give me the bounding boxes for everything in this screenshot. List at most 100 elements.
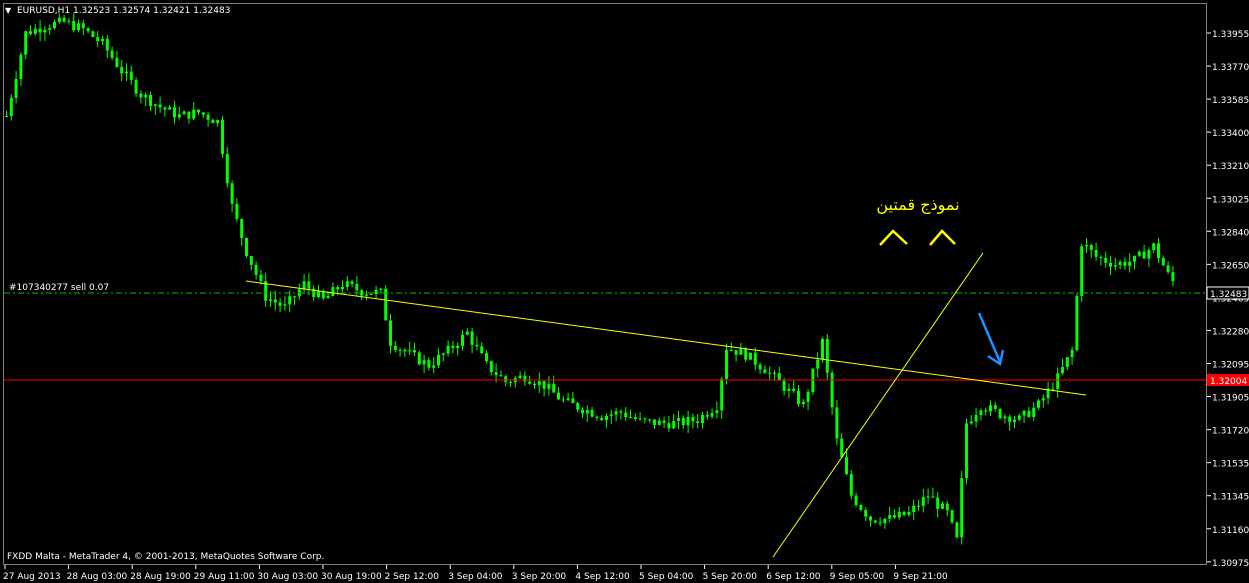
candle-body: [758, 364, 762, 370]
candle-body: [528, 381, 532, 384]
time-tick-label: 3 Sep 04:00: [448, 572, 503, 582]
candle-body: [129, 71, 133, 80]
candle-body: [763, 369, 767, 374]
candle-body: [1089, 245, 1093, 251]
candle-body: [715, 410, 719, 414]
chart-background: [0, 0, 1249, 583]
candle-body: [768, 372, 772, 374]
candle-body: [1027, 410, 1031, 417]
candle-body: [869, 516, 872, 521]
candle-body: [998, 408, 1002, 419]
candle-body: [182, 111, 186, 115]
candle-body: [379, 288, 383, 290]
candle-body: [1075, 295, 1079, 350]
candle-body: [211, 119, 215, 124]
candle-body: [931, 496, 935, 498]
candle-body: [115, 57, 119, 67]
candle-body: [441, 353, 445, 355]
candle-body: [173, 107, 176, 118]
candle-body: [1094, 250, 1098, 257]
candle-body: [547, 383, 551, 389]
price-tick-label: 1.33770: [1212, 63, 1249, 73]
candle-body: [1142, 251, 1146, 259]
candle-body: [797, 390, 800, 405]
candle-body: [62, 17, 66, 22]
candle-body: [33, 28, 37, 34]
candle-body: [782, 380, 786, 391]
candle-body: [701, 414, 704, 424]
candle-body: [331, 287, 335, 296]
candle-body: [677, 418, 680, 421]
candle-body: [201, 112, 205, 115]
candle-body: [629, 417, 632, 419]
price-tick-label: 1.31160: [1212, 526, 1249, 536]
candle-body: [600, 417, 604, 421]
candle-body: [1128, 261, 1132, 266]
candle-body: [576, 403, 580, 410]
candle-body: [830, 372, 834, 408]
candle-body: [365, 294, 368, 296]
time-tick-label: 9 Sep 05:00: [830, 572, 885, 582]
candle-body: [389, 320, 392, 346]
candle-body: [29, 31, 32, 34]
time-tick-label: 30 Aug 19:00: [321, 572, 382, 582]
candle-body: [355, 284, 359, 291]
candle-body: [110, 50, 114, 58]
candle-body: [336, 287, 340, 290]
candle-body: [945, 503, 949, 511]
candle-body: [1003, 416, 1007, 419]
candle-body: [480, 346, 484, 354]
candle-body: [787, 388, 791, 391]
candle-body: [43, 29, 47, 33]
time-tick-label: 2 Sep 12:00: [385, 572, 440, 582]
candle-body: [984, 410, 988, 412]
candle-body: [710, 413, 714, 417]
time-tick-label: 3 Sep 20:00: [512, 572, 567, 582]
price-tick-label: 1.33210: [1212, 162, 1249, 172]
candle-body: [57, 17, 61, 23]
candle-body: [1104, 257, 1108, 263]
candle-body: [917, 505, 920, 507]
candle-body: [134, 79, 138, 94]
candle-body: [230, 183, 234, 204]
candle-body: [806, 391, 810, 402]
candle-body: [254, 264, 258, 275]
price-tick-label: 1.32650: [1212, 261, 1249, 271]
candle-body: [77, 23, 80, 31]
candle-body: [1037, 400, 1040, 408]
candle-body: [648, 419, 652, 421]
candle-body: [969, 421, 973, 424]
candle-body: [369, 293, 373, 295]
time-tick-label: 28 Aug 03:00: [67, 572, 128, 582]
candle-body: [120, 66, 124, 74]
chart[interactable]: نموذج قمتين #107340277 sell 0.07 ▼ EURUS…: [0, 0, 1249, 583]
candle-body: [504, 376, 508, 382]
candle-body: [1166, 265, 1170, 273]
candle-body: [686, 416, 690, 426]
candle-body: [696, 421, 700, 424]
candle-body: [912, 505, 916, 512]
candle-body: [91, 31, 95, 38]
candle-body: [979, 410, 983, 416]
candle-body: [960, 478, 964, 538]
candle-body: [283, 304, 287, 306]
chart-menu-icon[interactable]: ▼: [5, 6, 12, 15]
candle-body: [302, 281, 306, 290]
candle-body: [873, 520, 877, 523]
candle-body: [739, 348, 743, 355]
candle-body: [672, 420, 676, 429]
candle-body: [149, 94, 152, 106]
chart-header: ▼ EURUSD,H1 1.32523 1.32574 1.32421 1.32…: [5, 6, 230, 16]
candle-body: [533, 383, 536, 386]
candle-body: [849, 474, 853, 496]
candle-body: [67, 20, 71, 22]
candle-body: [720, 378, 724, 411]
candle-body: [1118, 261, 1122, 266]
candle-body: [144, 94, 148, 98]
candle-body: [888, 515, 892, 519]
candle-body: [926, 496, 930, 498]
candle-body: [249, 256, 253, 265]
candle-body: [1017, 415, 1021, 420]
candle-body: [801, 401, 805, 405]
candle-body: [1061, 366, 1064, 374]
